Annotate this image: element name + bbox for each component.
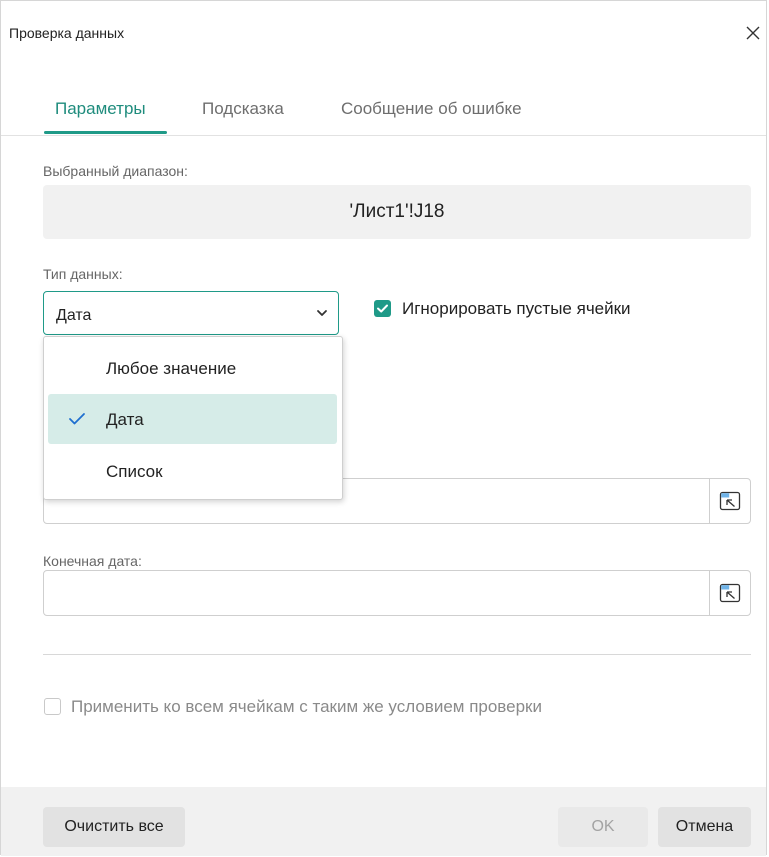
ignore-empty-label: Игнорировать пустые ячейки — [402, 299, 631, 318]
selected-range-box: 'Лист1'!J18 — [43, 185, 751, 239]
data-type-select[interactable]: Дата — [43, 291, 339, 335]
dropdown-option-date[interactable]: Дата — [48, 394, 337, 444]
option-label: Дата — [106, 410, 144, 429]
clear-all-button[interactable]: Очистить все — [43, 807, 185, 847]
data-type-selected-value: Дата — [56, 307, 92, 324]
end-date-field[interactable] — [43, 570, 751, 616]
close-icon — [746, 26, 760, 40]
tab-error-message[interactable]: Сообщение об ошибке — [341, 99, 522, 119]
dropdown-option-any-value[interactable]: Любое значение — [48, 343, 337, 393]
option-label: Список — [106, 462, 163, 481]
title-bar: Проверка данных — [1, 1, 766, 49]
dropdown-option-list[interactable]: Список — [48, 446, 337, 496]
selected-range-value: 'Лист1'!J18 — [349, 201, 445, 222]
dialog-footer: Очистить все OK Отмена — [1, 787, 766, 856]
checkmark-icon — [377, 304, 388, 313]
close-button[interactable] — [742, 22, 764, 44]
end-date-range-picker-button[interactable] — [709, 571, 750, 615]
tab-bar: Параметры Подсказка Сообщение об ошибке — [1, 87, 766, 136]
checkmark-icon — [69, 413, 85, 425]
option-label: Любое значение — [106, 359, 237, 378]
ignore-empty-checkbox[interactable] — [374, 300, 391, 317]
range-select-icon — [719, 583, 741, 603]
section-divider — [43, 654, 751, 655]
end-date-label: Конечная дата: — [43, 553, 142, 569]
data-type-label: Тип данных: — [43, 266, 123, 282]
apply-all-label: Применить ко всем ячейкам с таким же усл… — [71, 697, 542, 716]
tab-parameters[interactable]: Параметры — [55, 99, 146, 119]
range-select-icon — [719, 491, 741, 511]
ok-button[interactable]: OK — [558, 807, 648, 847]
data-validation-dialog: Проверка данных Параметры Подсказка Сооб… — [0, 0, 767, 856]
cancel-button[interactable]: Отмена — [658, 807, 751, 847]
data-type-dropdown-list: Любое значение Дата Список — [43, 336, 343, 500]
start-date-range-picker-button[interactable] — [709, 479, 750, 523]
range-label: Выбранный диапазон: — [43, 163, 188, 179]
chevron-down-icon — [317, 310, 327, 316]
active-tab-indicator — [44, 131, 167, 134]
dialog-title: Проверка данных — [9, 25, 125, 41]
apply-all-checkbox[interactable] — [44, 698, 61, 715]
tab-hint[interactable]: Подсказка — [202, 99, 284, 119]
